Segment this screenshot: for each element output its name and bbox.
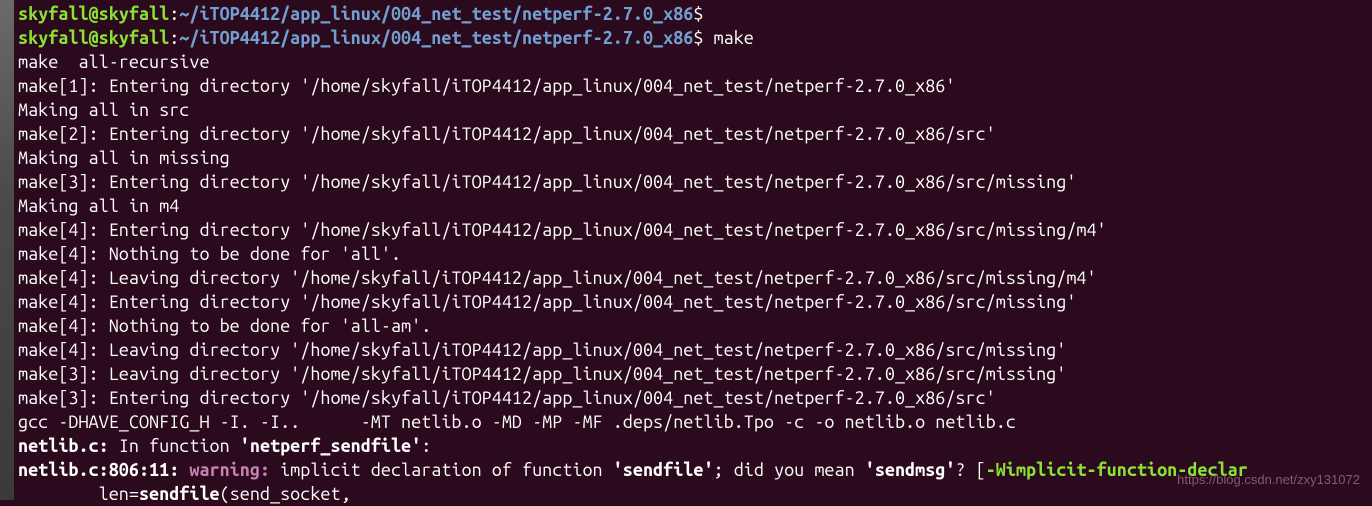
output-line: make[3]: Leaving directory '/home/skyfal…: [18, 362, 1356, 386]
command-text: make: [703, 28, 753, 48]
code-rest: (send_socket,: [220, 484, 351, 504]
warn-label: warning:: [189, 460, 270, 480]
msg-text: In function: [109, 436, 240, 456]
msg-file: netlib.c:: [18, 436, 109, 456]
output-line: make[3]: Entering directory '/home/skyfa…: [18, 386, 1356, 410]
compiler-code-line: len=sendfile(send_socket,: [18, 482, 1356, 506]
output-line: Making all in m4: [18, 194, 1356, 218]
prompt-line: skyfall@skyfall:~/iTOP4412/app_linux/004…: [18, 26, 1356, 50]
output-line: make[4]: Entering directory '/home/skyfa…: [18, 290, 1356, 314]
output-line: Making all in missing: [18, 146, 1356, 170]
code-indent: len=: [18, 484, 139, 504]
warn-text: ? [: [955, 460, 985, 480]
prompt-path: ~/iTOP4412/app_linux/004_net_test/netper…: [179, 28, 693, 48]
output-line: make[4]: Nothing to be done for 'all'.: [18, 242, 1356, 266]
output-line: gcc -DHAVE_CONFIG_H -I. -I.. -MT netlib.…: [18, 410, 1356, 434]
terminal-output[interactable]: skyfall@skyfall:~/iTOP4412/app_linux/004…: [18, 2, 1356, 506]
output-line: make all-recursive: [18, 50, 1356, 74]
prompt-colon: :: [169, 4, 179, 24]
prompt-path: ~/iTOP4412/app_linux/004_net_test/netper…: [179, 4, 693, 24]
prompt-userhost: skyfall@skyfall: [18, 28, 169, 48]
warn-text: implicit declaration of function: [270, 460, 613, 480]
output-line: make[3]: Entering directory '/home/skyfa…: [18, 170, 1356, 194]
output-line: make[4]: Nothing to be done for 'all-am'…: [18, 314, 1356, 338]
compiler-msg-line: netlib.c: In function 'netperf_sendfile'…: [18, 434, 1356, 458]
msg-colon: :: [421, 436, 431, 456]
window-edge-sliver: [0, 0, 14, 500]
compiler-warning-line: netlib.c:806:11: warning: implicit decla…: [18, 458, 1356, 482]
output-line: make[1]: Entering directory '/home/skyfa…: [18, 74, 1356, 98]
output-line: Making all in src: [18, 98, 1356, 122]
watermark-text: https://blog.csdn.net/zxy131072: [1177, 468, 1360, 492]
prompt-dollar: $: [693, 4, 703, 24]
warn-sendmsg: 'sendmsg': [865, 460, 956, 480]
output-line: make[2]: Entering directory '/home/skyfa…: [18, 122, 1356, 146]
output-line: make[4]: Leaving directory '/home/skyfal…: [18, 338, 1356, 362]
code-fn: sendfile: [139, 484, 220, 504]
warn-text: ; did you mean: [714, 460, 865, 480]
prompt-line-prev: skyfall@skyfall:~/iTOP4412/app_linux/004…: [18, 2, 1356, 26]
prompt-userhost: skyfall@skyfall: [18, 4, 169, 24]
prompt-colon: :: [169, 28, 179, 48]
warn-location: netlib.c:806:11:: [18, 460, 189, 480]
prompt-dollar: $: [693, 28, 703, 48]
output-line: make[4]: Entering directory '/home/skyfa…: [18, 218, 1356, 242]
output-line: make[4]: Leaving directory '/home/skyfal…: [18, 266, 1356, 290]
warn-sendfile: 'sendfile': [613, 460, 714, 480]
msg-func: 'netperf_sendfile': [240, 436, 421, 456]
